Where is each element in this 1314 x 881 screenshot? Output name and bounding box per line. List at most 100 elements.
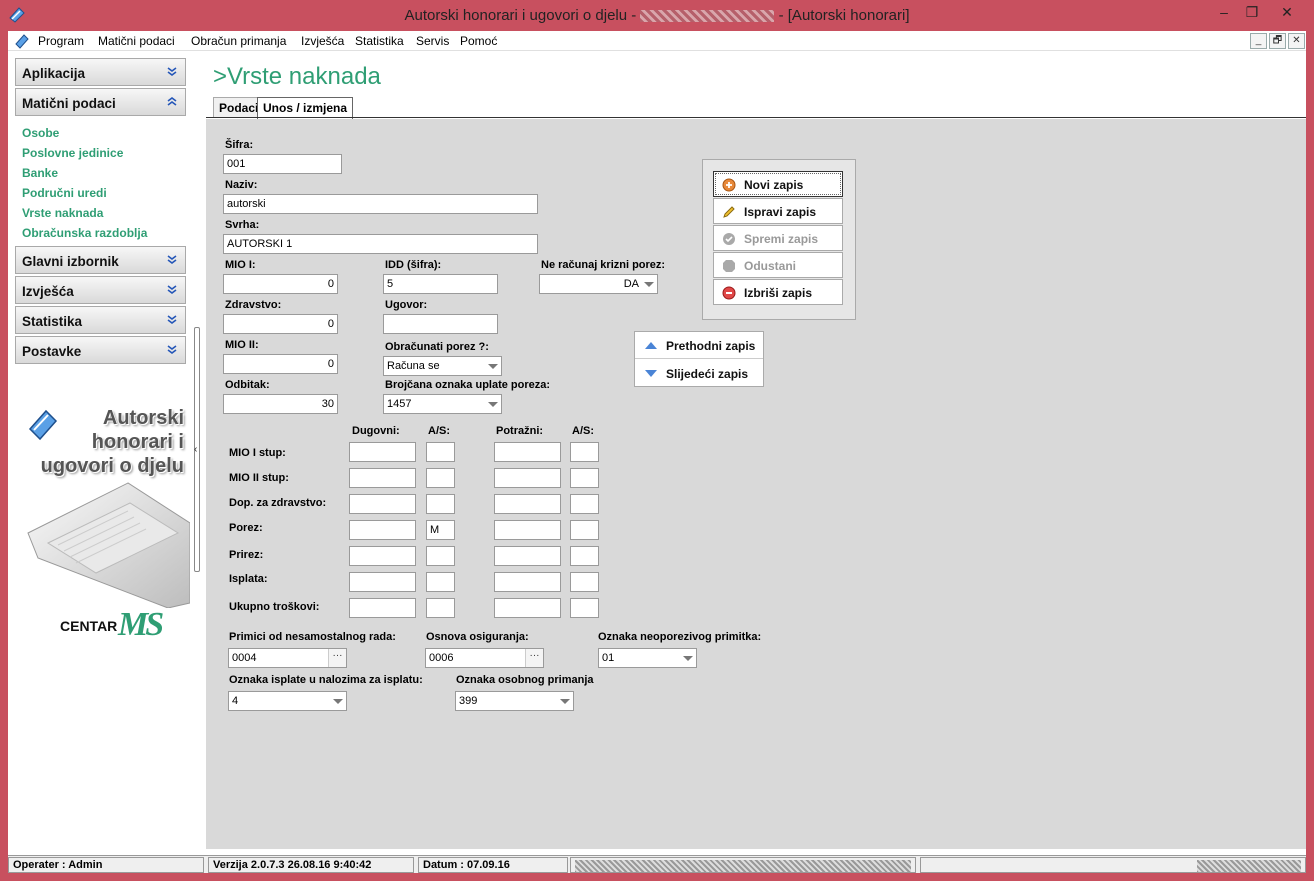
minimize-button[interactable]: – xyxy=(1212,4,1236,22)
main-panel: >Vrste naknada Podaci Unos / izmjena Šif… xyxy=(206,51,1306,855)
sifra-input[interactable]: 001 xyxy=(223,154,342,174)
grid-as1-input[interactable] xyxy=(426,572,455,592)
grid-dugovni-input[interactable] xyxy=(349,494,416,514)
sidebar-section-maticni-podaci[interactable]: Matični podaci xyxy=(15,88,186,116)
sidebar-link-poslovne-jedinice[interactable]: Poslovne jedinice xyxy=(22,146,123,160)
grid-dugovni-input[interactable] xyxy=(349,572,416,592)
select-value: DA xyxy=(623,278,639,290)
grid-dugovni-input[interactable] xyxy=(349,468,416,488)
primici-lookup[interactable]: 0004 ··· xyxy=(228,648,347,668)
menu-pomoc[interactable]: Pomoć xyxy=(460,34,497,48)
odbitak-label: Odbitak: xyxy=(225,379,270,391)
krizni-porez-select[interactable]: DA xyxy=(539,274,658,294)
neoporezivi-select[interactable]: 01 xyxy=(598,648,697,668)
grid-as1-input[interactable] xyxy=(426,442,455,462)
grid-potrazni-input[interactable] xyxy=(494,468,561,488)
tab-unos-izmjena[interactable]: Unos / izmjena xyxy=(257,97,354,119)
svrha-input[interactable]: AUTORSKI 1 xyxy=(223,234,538,254)
osnova-lookup[interactable]: 0006 ··· xyxy=(425,648,544,668)
grid-as2-input[interactable] xyxy=(570,442,599,462)
menu-app-icon[interactable] xyxy=(14,33,30,49)
checkmark-icon xyxy=(723,233,735,245)
grid-dugovni-input[interactable] xyxy=(349,442,416,462)
sidebar-link-vrste-naknada[interactable]: Vrste naknada xyxy=(22,206,103,220)
novi-zapis-button[interactable]: Novi zapis xyxy=(713,171,843,197)
sidebar-section-statistika[interactable]: Statistika xyxy=(15,306,186,334)
sljedeci-zapis-button[interactable]: Slijedeći zapis xyxy=(635,360,763,387)
grid-as1-input[interactable] xyxy=(426,598,455,618)
mio1-label: MIO I: xyxy=(225,259,256,271)
sidebar-section-postavke[interactable]: Postavke xyxy=(15,336,186,364)
grid-potrazni-input[interactable] xyxy=(494,442,561,462)
grid-as1-input[interactable] xyxy=(426,494,455,514)
grid-as2-input[interactable] xyxy=(570,546,599,566)
grid-as2-input[interactable] xyxy=(570,494,599,514)
ellipsis-icon[interactable]: ··· xyxy=(525,649,543,667)
grid-dugovni-input[interactable] xyxy=(349,546,416,566)
idd-input[interactable]: 5 xyxy=(383,274,498,294)
grid-as2-input[interactable] xyxy=(570,572,599,592)
close-button[interactable]: ✕ xyxy=(1270,4,1304,22)
zdravstvo-input[interactable]: 0 xyxy=(223,314,338,334)
title-bar: Autorski honorari i ugovori o djelu - - … xyxy=(0,0,1314,31)
grid-as1-input[interactable] xyxy=(426,546,455,566)
sidebar-link-obracunska-razdoblja[interactable]: Obračunska razdoblja xyxy=(22,226,147,240)
grid-as2-input[interactable] xyxy=(570,520,599,540)
ugovor-input[interactable] xyxy=(383,314,498,334)
menu-servis[interactable]: Servis xyxy=(416,34,449,48)
mdi-restore-button[interactable]: 🗗 xyxy=(1269,33,1286,49)
grid-as2-input[interactable] xyxy=(570,598,599,618)
ellipsis-icon[interactable]: ··· xyxy=(328,649,346,667)
grid-potrazni-input[interactable] xyxy=(494,546,561,566)
odustani-button[interactable]: Odustani xyxy=(713,252,843,278)
oznaka-isplate-label: Oznaka isplate u nalozima za isplatu: xyxy=(229,674,423,686)
grid-as2-input[interactable] xyxy=(570,468,599,488)
prethodni-zapis-button[interactable]: Prethodni zapis xyxy=(635,332,763,359)
grid-as1-input[interactable]: M xyxy=(426,520,455,540)
menu-program[interactable]: Program xyxy=(38,34,84,48)
sidebar-section-aplikacija[interactable]: Aplikacija xyxy=(15,58,186,86)
mdi-close-button[interactable]: ✕ xyxy=(1288,33,1305,49)
menu-obracun-primanja[interactable]: Obračun primanja xyxy=(191,34,286,48)
promo-line-2: honorari i xyxy=(91,431,184,453)
grid-potrazni-input[interactable] xyxy=(494,494,561,514)
ispravi-zapis-button[interactable]: Ispravi zapis xyxy=(713,198,843,224)
mdi-minimize-button[interactable]: _ xyxy=(1250,33,1267,49)
menu-maticni-podaci[interactable]: Matični podaci xyxy=(98,34,175,48)
sidebar-section-glavni-izbornik[interactable]: Glavni izbornik xyxy=(15,246,186,274)
izbrisi-zapis-button[interactable]: Izbriši zapis xyxy=(713,279,843,305)
grid-potrazni-input[interactable] xyxy=(494,520,561,540)
sidebar-link-podrucni-uredi[interactable]: Područni uredi xyxy=(22,186,107,200)
section-label: Izvješća xyxy=(22,284,74,299)
brojcana-oznaka-select[interactable]: 1457 xyxy=(383,394,502,414)
chevron-down-icon xyxy=(167,255,177,264)
obracunati-porez-select[interactable]: Računa se xyxy=(383,356,502,376)
status-extra-pane xyxy=(920,857,1306,873)
osobni-primanja-label: Oznaka osobnog primanja xyxy=(456,674,594,686)
spremi-zapis-button[interactable]: Spremi zapis xyxy=(713,225,843,251)
sidebar-link-banke[interactable]: Banke xyxy=(22,166,58,180)
osobni-primanja-select[interactable]: 399 xyxy=(455,691,574,711)
odbitak-input[interactable]: 30 xyxy=(223,394,338,414)
sidebar-link-osobe[interactable]: Osobe xyxy=(22,126,59,140)
mio2-input[interactable]: 0 xyxy=(223,354,338,374)
chevron-down-icon xyxy=(167,315,177,324)
mio1-input[interactable]: 0 xyxy=(223,274,338,294)
chevron-down-icon xyxy=(167,345,177,354)
naziv-input[interactable]: autorski xyxy=(223,194,538,214)
oznaka-isplate-select[interactable]: 4 xyxy=(228,691,347,711)
chevron-left-icon[interactable]: ‹ xyxy=(194,444,197,455)
grid-dugovni-input[interactable] xyxy=(349,598,416,618)
grid-as1-input[interactable] xyxy=(426,468,455,488)
maximize-button[interactable]: ❐ xyxy=(1240,4,1264,22)
menu-statistika[interactable]: Statistika xyxy=(355,34,404,48)
grid-dugovni-input[interactable] xyxy=(349,520,416,540)
grid-potrazni-input[interactable] xyxy=(494,572,561,592)
menu-izvjesca[interactable]: Izvješća xyxy=(301,34,344,48)
sidebar-section-izvjesca[interactable]: Izvješća xyxy=(15,276,186,304)
status-verzija: Verzija 2.0.7.3 26.08.16 9:40:42 xyxy=(208,857,414,873)
grid-potrazni-input[interactable] xyxy=(494,598,561,618)
button-label: Spremi zapis xyxy=(744,232,819,246)
status-hatch xyxy=(575,860,911,872)
section-label: Matični podaci xyxy=(22,96,116,111)
